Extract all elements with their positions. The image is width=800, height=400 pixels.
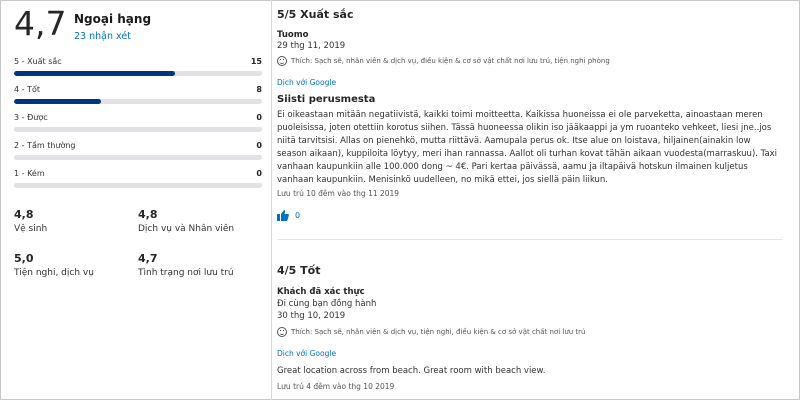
distribution-count: 8 bbox=[256, 85, 262, 94]
review-separator bbox=[277, 239, 782, 240]
smile-icon bbox=[277, 327, 287, 337]
distribution-label: 1 - Kém bbox=[14, 169, 45, 178]
helpful-count: 0 bbox=[295, 211, 301, 220]
category-label: Dịch vụ và Nhân viên bbox=[138, 224, 235, 234]
review-likes-text: Thích: Sạch sẽ, nhân viên & dịch vụ, điề… bbox=[291, 57, 610, 65]
overall-score-word: Ngoại hạng bbox=[74, 12, 152, 26]
category-score: 5,0 bbox=[14, 252, 34, 265]
overall-score: 4,7 Ngoại hạng 23 nhận xét bbox=[14, 4, 262, 44]
thumbs-up-icon bbox=[277, 210, 289, 221]
distribution-label: 4 - Tốt bbox=[14, 85, 40, 94]
distribution-track bbox=[14, 71, 262, 76]
distribution-count: 0 bbox=[256, 169, 262, 178]
review-rating-title: 5/5 Xuất sắc bbox=[277, 8, 354, 21]
review-body: Great location across from beach. Great … bbox=[277, 366, 546, 376]
review-rating-title: 4/5 Tốt bbox=[277, 264, 321, 277]
category-label: Vệ sinh bbox=[14, 224, 48, 234]
translate-link[interactable]: Dịch với Google bbox=[277, 78, 336, 87]
review-date: 30 thg 10, 2019 bbox=[277, 311, 346, 321]
distribution-row[interactable]: 3 - Được 0 bbox=[14, 113, 262, 141]
distribution-fill bbox=[14, 99, 101, 104]
distribution-row[interactable]: 4 - Tốt 8 bbox=[14, 85, 262, 113]
review-count-link[interactable]: 23 nhận xét bbox=[74, 31, 131, 42]
distribution-label: 5 - Xuất sắc bbox=[14, 57, 62, 66]
distribution-row[interactable]: 1 - Kém 0 bbox=[14, 169, 262, 197]
helpful-button[interactable]: 0 bbox=[277, 210, 300, 221]
review-subtitle: Siisti perusmesta bbox=[277, 94, 376, 105]
review-stay-info: Lưu trú 4 đêm vào thg 10 2019 bbox=[277, 382, 395, 391]
distribution-track bbox=[14, 127, 262, 132]
category-amenities: 5,0 Tiện nghi, dịch vụ bbox=[14, 252, 134, 278]
category-score: 4,8 bbox=[138, 208, 158, 221]
distribution-label: 2 - Tầm thường bbox=[14, 141, 76, 150]
review-body: Ei oikeastaan mitään negatiivistä, kaikk… bbox=[277, 110, 778, 185]
distribution-label: 3 - Được bbox=[14, 113, 48, 122]
distribution-track bbox=[14, 183, 262, 188]
review-likes-text: Thích: Sạch sẽ, nhân viên & dịch vụ, tiệ… bbox=[291, 328, 586, 336]
translate-link[interactable]: Dịch với Google bbox=[277, 349, 336, 358]
distribution-row[interactable]: 5 - Xuất sắc 15 bbox=[14, 57, 262, 85]
review-likes: Thích: Sạch sẽ, nhân viên & dịch vụ, tiệ… bbox=[277, 327, 586, 337]
category-label: Tình trạng nơi lưu trú bbox=[138, 268, 234, 278]
review-date: 29 thg 11, 2019 bbox=[277, 41, 346, 51]
category-service-staff: 4,8 Dịch vụ và Nhân viên bbox=[138, 208, 258, 234]
review-stay-info: Lưu trú 10 đêm vào thg 11 2019 bbox=[277, 189, 400, 198]
review-author: Tuomo bbox=[277, 30, 309, 40]
distribution-row[interactable]: 2 - Tầm thường 0 bbox=[14, 141, 262, 169]
smile-icon bbox=[277, 56, 287, 66]
distribution-count: 0 bbox=[256, 113, 262, 122]
overall-score-value: 4,7 bbox=[14, 4, 67, 43]
category-score: 4,7 bbox=[138, 252, 158, 265]
rating-distribution: 5 - Xuất sắc 15 4 - Tốt 8 3 - Được 0 2 -… bbox=[14, 57, 262, 197]
distribution-track bbox=[14, 99, 262, 104]
category-property-condition: 4,7 Tình trạng nơi lưu trú bbox=[138, 252, 258, 278]
distribution-track bbox=[14, 155, 262, 160]
review-likes: Thích: Sạch sẽ, nhân viên & dịch vụ, điề… bbox=[277, 56, 610, 66]
distribution-fill bbox=[14, 71, 176, 76]
distribution-count: 15 bbox=[250, 57, 262, 66]
category-cleanliness: 4,8 Vệ sinh bbox=[14, 208, 134, 234]
review-author: Khách đã xác thực bbox=[277, 287, 365, 297]
review-traveler-type: Đi cùng bạn đồng hành bbox=[277, 299, 377, 309]
category-score: 4,8 bbox=[14, 208, 34, 221]
category-label: Tiện nghi, dịch vụ bbox=[14, 268, 94, 278]
column-divider bbox=[271, 0, 272, 400]
distribution-count: 0 bbox=[256, 141, 262, 150]
